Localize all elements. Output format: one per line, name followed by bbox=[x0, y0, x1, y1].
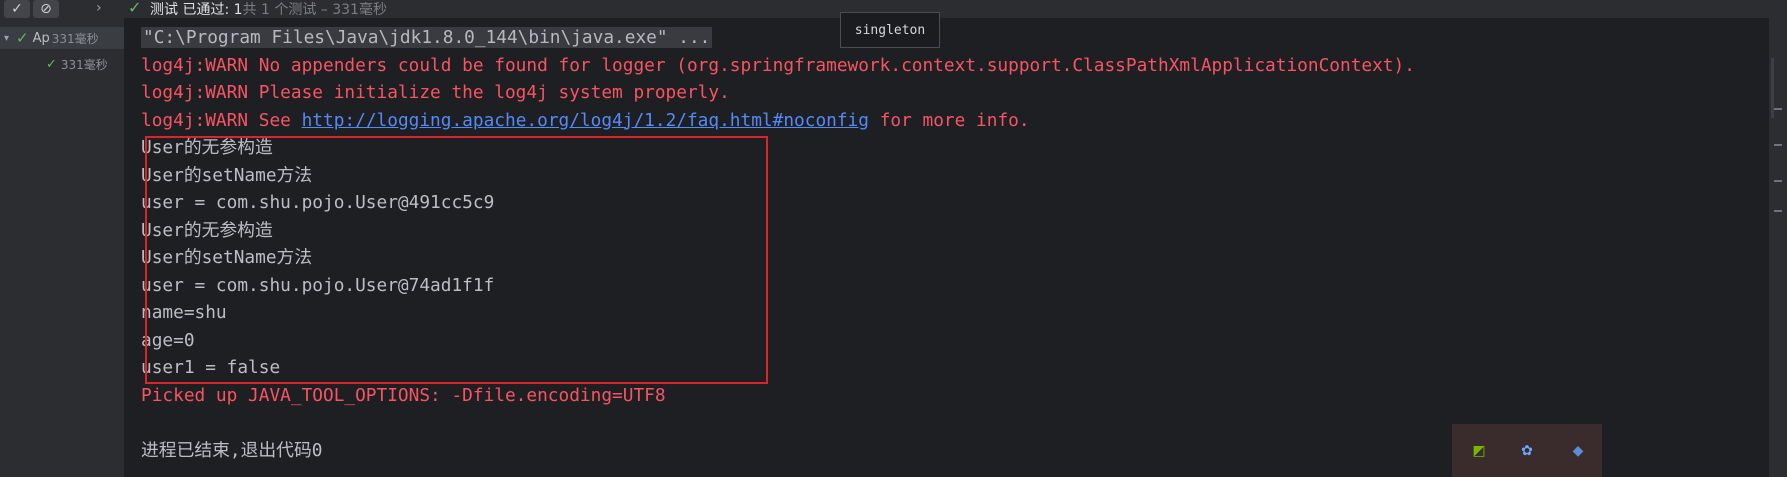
chevron-right-icon[interactable]: › bbox=[96, 0, 102, 16]
console-output-line: user1 = false bbox=[141, 357, 281, 378]
app-icon[interactable]: ✿ bbox=[1516, 440, 1538, 462]
test-tree: ▾ ✓ Ap 331毫秒 ✓ 331毫秒 bbox=[0, 18, 125, 477]
test-status: 测试 已通过: 1共 1 个测试 – 331毫秒 bbox=[150, 0, 387, 19]
run-console[interactable]: "C:\Program Files\Java\jdk1.8.0_144\bin\… bbox=[125, 18, 1769, 477]
console-output-line: user = com.shu.pojo.User@491cc5c9 bbox=[141, 192, 495, 213]
cat-icon[interactable]: ◆ bbox=[1567, 440, 1589, 462]
console-warn-line: log4j:WARN No appenders could be found f… bbox=[141, 54, 1415, 76]
console-java-options-line: Picked up JAVA_TOOL_OPTIONS: -Dfile.enco… bbox=[141, 384, 666, 406]
console-output-line: name=shu bbox=[141, 302, 227, 323]
warn-prefix: log4j:WARN See bbox=[141, 109, 302, 131]
tree-item-duration: 331毫秒 bbox=[51, 31, 99, 46]
nvidia-icon[interactable]: ◩ bbox=[1468, 440, 1490, 462]
pass-check-icon: ✓ bbox=[128, 0, 142, 17]
check-icon[interactable]: ✓ bbox=[4, 0, 30, 18]
java-command[interactable]: "C:\Program Files\Java\jdk1.8.0_144\bin\… bbox=[141, 27, 713, 48]
tooltip: singleton bbox=[840, 12, 940, 48]
system-tray: ◩ ✿ ◆ bbox=[1452, 424, 1602, 477]
pass-check-icon: ✓ bbox=[46, 56, 57, 72]
log4j-faq-link[interactable]: http://logging.apache.org/log4j/1.2/faq.… bbox=[302, 110, 869, 131]
expand-arrow-icon[interactable]: ▾ bbox=[4, 33, 16, 44]
status-detail: 共 1 个测试 – 331毫秒 bbox=[242, 2, 387, 18]
console-output-line: User的无参构造 bbox=[141, 219, 273, 241]
gutter-mark bbox=[1774, 180, 1782, 182]
console-command-line: "C:\Program Files\Java\jdk1.8.0_144\bin\… bbox=[141, 24, 713, 52]
console-output-line: user = com.shu.pojo.User@74ad1f1f bbox=[141, 274, 495, 296]
gutter-mark bbox=[1774, 210, 1782, 212]
console-output-line: User的setName方法 bbox=[141, 247, 313, 268]
tree-item-duration: 331毫秒 bbox=[60, 57, 108, 72]
tree-item-root[interactable]: ▾ ✓ Ap 331毫秒 bbox=[0, 27, 124, 49]
status-bold: 测试 已通过: 1 bbox=[150, 2, 243, 18]
stop-icon[interactable]: ⊘ bbox=[33, 0, 59, 18]
pass-check-icon: ✓ bbox=[16, 29, 29, 47]
console-warn-line: log4j:WARN Please initialize the log4j s… bbox=[141, 82, 730, 103]
tree-item-label: Ap bbox=[32, 30, 50, 46]
right-gutter[interactable] bbox=[1769, 18, 1787, 477]
tree-item-child[interactable]: ✓ 331毫秒 bbox=[46, 53, 108, 75]
warn-suffix: for more info. bbox=[868, 109, 1030, 131]
console-exit-line: 进程已结束,退出代码0 bbox=[141, 439, 323, 461]
console-warn-line: log4j:WARN See http://logging.apache.org… bbox=[141, 107, 1030, 135]
gutter-mark bbox=[1774, 144, 1782, 146]
gutter-mark bbox=[1774, 108, 1782, 110]
console-output-line: User的setName方法 bbox=[141, 164, 313, 186]
console-output-line: age=0 bbox=[141, 329, 195, 351]
console-output-line: User的无参构造 bbox=[141, 137, 273, 158]
